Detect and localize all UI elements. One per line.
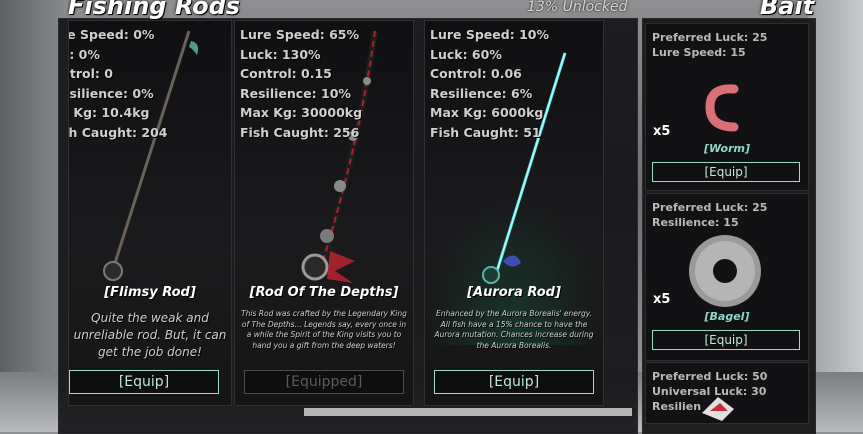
bait-name: [Bagel] [704, 310, 750, 323]
rods-title: Fishing Rods [68, 0, 241, 20]
bagel-icon [689, 235, 761, 307]
bait-stats: Preferred Luck: 25 Lure Speed: 15 [652, 31, 768, 59]
rod-name: [Flimsy Rod] [104, 285, 196, 300]
rod-description: Quite the weak and unreliable rod. But, … [73, 311, 227, 359]
rod-description: This Rod was crafted by the Legendary Ki… [241, 309, 407, 350]
rod-name: [Rod Of The Depths] [249, 285, 399, 300]
bait-name: [Worm] [703, 142, 751, 155]
equipped-button[interactable]: [Equipped] [244, 370, 404, 394]
worm-icon [705, 84, 739, 132]
bait-card-partial[interactable]: Preferred Luck: 50 Universal Luck: 30 Resi… [645, 362, 809, 424]
equip-button[interactable]: [Equip] [69, 370, 219, 394]
bait-card-bagel[interactable]: Preferred Luck: 25 Resilience: 15 x5 [Bag… [645, 193, 809, 361]
unlocked-percentage: 13% Unlocked [527, 0, 628, 15]
horizontal-scrollbar[interactable] [304, 408, 632, 416]
rod-stats: Lure Speed: 10% Luck: 60% Control: 0.06 Re… [430, 27, 549, 140]
equip-button[interactable]: [Equip] [652, 162, 800, 182]
rod-stats: Lure Speed: 65% Luck: 130% Control: 0.15 R… [240, 27, 363, 140]
rod-card-flimsy[interactable]: re Speed: 0%k: 0%ntrol: 0 esilience: 0%x… [68, 20, 232, 406]
bait-title: Bait [760, 0, 815, 20]
bait-image [702, 397, 734, 421]
equip-button[interactable]: [Equip] [652, 330, 800, 350]
bait-card-worm[interactable]: Preferred Luck: 25 Lure Speed: 15 x5 [Wor… [645, 23, 809, 191]
background-right [808, 0, 863, 432]
equip-button[interactable]: [Equip] [434, 370, 594, 394]
rod-card-depths[interactable]: Lure Speed: 65% Luck: 130% Control: 0.15 R… [234, 20, 414, 406]
bait-quantity: x5 [653, 124, 671, 139]
bait-quantity: x5 [653, 292, 671, 307]
rod-card-aurora[interactable]: Lure Speed: 10% Luck: 60% Control: 0.06 Re… [424, 20, 604, 406]
rod-stats: re Speed: 0%k: 0%ntrol: 0 esilience: 0%x… [68, 27, 168, 140]
bait-stats: Preferred Luck: 25 Resilience: 15 [652, 201, 768, 229]
rod-description: Enhanced by the Aurora Borealis' energy.… [434, 309, 594, 350]
rod-name: [Aurora Rod] [467, 285, 561, 300]
